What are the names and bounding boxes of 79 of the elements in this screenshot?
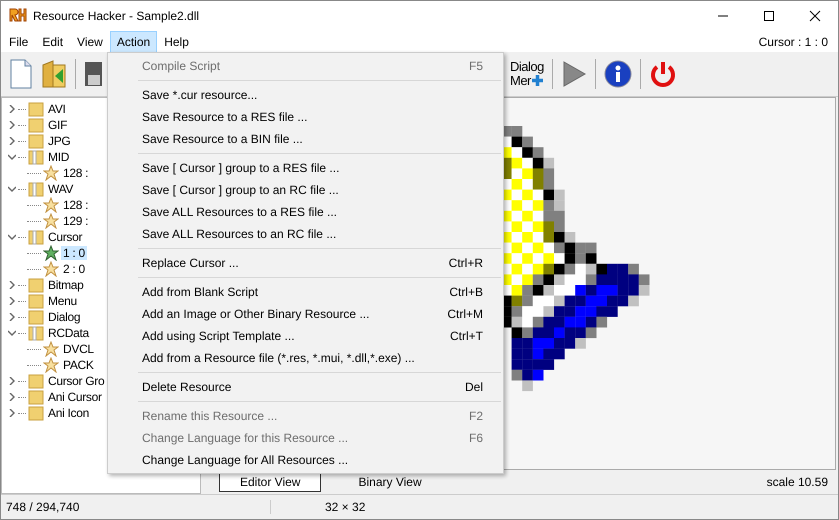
cursor-position-text: Cursor : 1 : 0 [758,34,829,48]
tree-item[interactable]: PACK [61,358,96,372]
menu-entry[interactable]: Add from Blank Script Ctrl+B [108,281,503,303]
tree-item[interactable]: 1 : 0 [61,246,87,260]
command-heading[interactable]: Action [110,30,158,52]
menu-entry[interactable]: Add from a Resource file (*.res, *.mui, *.dll,*.exe) ... [108,347,503,369]
tree-item[interactable]: 129 : [61,214,90,228]
tree-item[interactable]: MID [46,150,72,164]
tree-item[interactable]: Dialog [46,310,82,324]
tree-item[interactable]: AVI [46,102,68,116]
view-tab[interactable]: Binary View [337,472,443,492]
menu-entry[interactable]: Delete Resource Del [108,376,503,398]
folder-icon [28,101,44,117]
menu-entry[interactable]: Add using Script Template ... Ctrl+T [108,325,503,347]
expand-chevron-icon[interactable] [8,105,16,113]
folder-icon [28,133,44,149]
tree-item[interactable]: GIF [46,118,70,132]
menu-entry[interactable]: Save [ Cursor ] group to an RC file ... [108,179,503,201]
tree-item[interactable]: 2 : 0 [61,262,87,276]
window-title: Resource Hacker - Sample2.dll [33,9,200,23]
status-position: 748 / 294,740 [1,500,271,514]
tree-item[interactable]: Ani Cursor [46,390,104,404]
scale-text: scale 10.59 [766,475,829,489]
tree-item[interactable]: 128 : [61,198,90,212]
folder-icon [28,293,44,309]
menu-entry[interactable]: Save ALL Resources to an RC file ... [108,223,503,245]
command-heading[interactable]: View [70,30,110,52]
collapse-chevron-icon[interactable] [8,153,16,161]
status-size: 32 × 32 [324,500,366,514]
folder-icon [28,149,44,165]
expand-chevron-icon[interactable] [8,137,16,145]
collapse-chevron-icon[interactable] [8,233,16,241]
plus-icon [532,75,543,86]
folder-icon [28,389,44,405]
new-file-icon[interactable] [9,59,33,89]
tree-item[interactable]: RCData [46,326,91,340]
menu-entry[interactable]: Save *.cur resource... [108,84,503,106]
tree-item[interactable]: WAV [46,182,76,196]
tree-item[interactable]: Cursor [46,230,84,244]
folder-icon [28,229,44,245]
view-tab[interactable]: Editor View [219,472,322,492]
command-heading[interactable]: File [2,30,36,52]
tree-item[interactable]: Bitmap [46,278,86,292]
play-icon[interactable] [560,59,587,89]
expand-chevron-icon[interactable] [8,297,16,305]
command-heading[interactable]: Help [157,30,196,52]
menu-entry[interactable]: Save [ Cursor ] group to a RES file ... [108,157,503,179]
folder-icon [28,373,44,389]
folder-icon [28,277,44,293]
expand-chevron-icon[interactable] [8,281,16,289]
collapse-chevron-icon[interactable] [8,185,16,193]
expand-chevron-icon[interactable] [8,121,16,129]
menu-entry[interactable]: Save ALL Resources to a RES file ... [108,201,503,223]
tree-item[interactable]: Ani Icon [46,406,91,420]
power-icon[interactable] [648,60,677,88]
expand-chevron-icon[interactable] [8,393,16,401]
tree-item[interactable]: Cursor Gro [46,374,106,388]
tree-item[interactable]: 128 : [61,166,90,180]
folder-arrow-icon[interactable] [41,59,67,89]
command-heading[interactable]: Edit [35,30,70,52]
info-icon[interactable] [604,60,632,88]
tree-item[interactable]: Menu [46,294,79,308]
folder-icon [28,309,44,325]
expand-chevron-icon[interactable] [8,377,16,385]
dialog-menu-button[interactable]: Dialog Mer [510,60,544,88]
menu-entry[interactable]: Add an Image or Other Binary Resource ... Ctrl+M [108,303,503,325]
tree-item[interactable]: JPG [46,134,72,148]
menu-entry[interactable]: Save Resource to a RES file ... [108,106,503,128]
folder-icon [28,405,44,421]
expand-chevron-icon[interactable] [8,409,16,417]
menu-entry[interactable]: Change Language for All Resources ... [108,449,503,471]
expand-chevron-icon[interactable] [8,313,16,321]
menu-entry[interactable]: Replace Cursor ... Ctrl+R [108,252,503,274]
tree-item[interactable]: DVCL [61,342,96,356]
folder-icon [28,181,44,197]
collapse-chevron-icon[interactable] [8,329,16,337]
menu-entry[interactable]: Save Resource to a BIN file ... [108,128,503,150]
folder-icon [28,117,44,133]
folder-icon [28,325,44,341]
